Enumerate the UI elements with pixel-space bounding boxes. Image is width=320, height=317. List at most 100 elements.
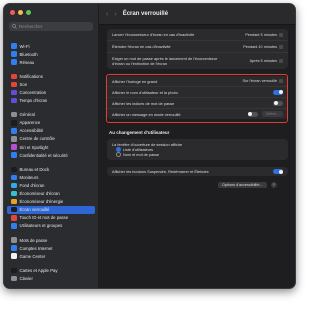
clock-value: Sur l'écran verrouillé	[242, 79, 278, 83]
sidebar-item-utilisateurs-et-groupes[interactable]: Utilisateurs et groupes	[7, 222, 95, 230]
user-switch-section-title: Au changement d'utilisateur	[109, 130, 170, 135]
sidebar-item-son[interactable]: Son	[7, 80, 95, 88]
sidebar-item-fond-d-ecran[interactable]: Fond d'écran	[7, 181, 95, 189]
sidebar-item-notifications[interactable]: Notifications	[7, 72, 95, 80]
gamecenter-icon	[11, 253, 17, 259]
page-title: Écran verrouillé	[122, 11, 169, 17]
password-hints-toggle[interactable]	[273, 100, 283, 106]
clock-popup[interactable]: Sur l'écran verrouillé	[242, 79, 283, 83]
hourglass-icon	[11, 97, 17, 104]
sidebar-item-label: Moniteurs	[19, 174, 39, 180]
back-icon[interactable]: ‹	[106, 11, 108, 18]
sidebar-item-general[interactable]: Général	[7, 111, 95, 119]
accessibility-options-button[interactable]: Options d'accessibilité...	[218, 182, 267, 188]
window-controls	[10, 10, 31, 15]
sidebar-item-label: Touch ID et mot de passe	[19, 215, 69, 221]
sidebar-item-economiseur-d-ecran[interactable]: Économiseur d'écran	[7, 190, 95, 198]
sidebar-item-label: Temps d'écran	[19, 98, 48, 104]
radio-user-list-label: Liste d'utilisateurs	[123, 147, 154, 152]
power-buttons-label: Afficher les boutons Suspendre, Redémarr…	[112, 169, 209, 174]
zoom-button[interactable]	[26, 10, 31, 15]
sidebar-item-centre-de-controle[interactable]: Centre de contrôle	[7, 135, 95, 143]
username-photo-label: Afficher le nom d'utilisateur et la phot…	[112, 89, 178, 95]
sidebar-item-wi-fi[interactable]: Wi-Fi	[7, 42, 95, 50]
screensaver-settings-group: Lancer l'économiseur d'écran en cas d'in…	[107, 29, 288, 69]
users-icon	[11, 223, 17, 229]
sidebar-item-concentration[interactable]: Concentration	[7, 88, 95, 96]
search-field[interactable]: Rechercher	[9, 22, 93, 31]
username-photo-toggle[interactable]	[273, 89, 283, 95]
display-off-popup[interactable]: Pendant 10 minutes	[243, 44, 283, 49]
forward-icon[interactable]: ›	[114, 11, 116, 18]
wifi-icon	[11, 43, 17, 49]
sidebar-item-moniteurs[interactable]: Moniteurs	[7, 173, 95, 181]
close-button[interactable]	[10, 10, 15, 15]
lock-icon	[11, 206, 17, 213]
sidebar-item-touch-id-et-mot-de-passe[interactable]: Touch ID et mot de passe	[7, 214, 95, 222]
fingerprint-icon	[11, 215, 17, 221]
sidebar-item-label: Fond d'écran	[19, 182, 45, 188]
minimize-button[interactable]	[18, 10, 23, 15]
set-message-button[interactable]: Définir...	[261, 111, 283, 117]
username-photo-row: Afficher le nom d'utilisateur et la phot…	[107, 87, 288, 98]
sidebar-item-apparence[interactable]: Apparence	[7, 119, 95, 127]
require-password-popup[interactable]: Après 5 minutes	[250, 59, 283, 63]
sidebar-item-label: Général	[19, 112, 35, 118]
sidebar-item-cartes-et-apple-pay[interactable]: Cartes et Apple Pay	[7, 266, 95, 274]
clock-label: Afficher l'horloge en grand	[112, 78, 158, 84]
sidebar-item-bureau-et-dock[interactable]: Bureau et Dock	[7, 165, 95, 173]
sidebar: Rechercher Wi-Fi Bluetooth Réseau Notificat…	[4, 4, 99, 288]
chevron-updown-icon	[279, 44, 283, 49]
gear-icon	[11, 111, 17, 118]
settings-window: Rechercher Wi-Fi Bluetooth Réseau Notificat…	[3, 3, 296, 289]
sidebar-item-label: Centre de contrôle	[19, 136, 55, 142]
sidebar-item-ecran-verrouille[interactable]: Écran verrouillé	[7, 205, 95, 214]
sidebar-item-clavier[interactable]: Clavier	[7, 274, 95, 282]
dock-icon	[11, 166, 17, 173]
sidebar-item-label: Écran verrouillé	[19, 207, 50, 213]
titlebar: ‹ › Écran verrouillé	[99, 4, 295, 25]
sidebar-item-temps-d-ecran[interactable]: Temps d'écran	[7, 97, 95, 105]
sidebar-item-confidentialite-et-securite[interactable]: Confidentialité et sécurité	[7, 151, 95, 159]
screensaver-row: Lancer l'économiseur d'écran en cas d'in…	[107, 29, 288, 41]
appearance-icon	[11, 120, 17, 126]
screensaver-popup[interactable]: Pendant 5 minutes	[245, 32, 283, 37]
power-buttons-toggle[interactable]	[273, 169, 283, 174]
search-icon	[12, 24, 17, 29]
sidebar-item-reseau[interactable]: Réseau	[7, 58, 95, 66]
chevron-updown-icon	[279, 59, 283, 63]
chevron-updown-icon	[279, 32, 283, 37]
sidebar-list: Wi-Fi Bluetooth Réseau Notifications Son Conc…	[4, 42, 98, 282]
sidebar-item-economiseur-d-energie[interactable]: Économiseur d'énergie	[7, 198, 95, 206]
at-icon	[11, 245, 17, 251]
sidebar-item-siri-et-spotlight[interactable]: Siri et Spotlight	[7, 143, 95, 151]
display-icon	[11, 174, 17, 181]
sidebar-item-bluetooth[interactable]: Bluetooth	[7, 50, 95, 58]
sidebar-item-label: Utilisateurs et groupes	[19, 223, 63, 229]
sidebar-item-mots-de-passe[interactable]: Mots de passe	[7, 236, 95, 244]
lock-screen-display-group: Afficher l'horloge en grand Sur l'écran …	[107, 76, 288, 119]
sidebar-item-label: Notifications	[19, 73, 43, 79]
wallet-icon	[11, 267, 17, 274]
toggle-knob	[278, 169, 283, 174]
sidebar-item-label: Clavier	[19, 275, 33, 281]
sidebar-item-label: Bluetooth	[19, 51, 38, 57]
toggle-knob	[248, 112, 253, 116]
sidebar-item-accessibilite[interactable]: Accessibilité	[7, 127, 95, 135]
radio-button[interactable]	[116, 152, 121, 157]
sidebar-item-game-center[interactable]: Game Center	[7, 252, 95, 260]
sidebar-item-label: Économiseur d'énergie	[19, 199, 64, 205]
login-window-block: La fenêtre d'ouverture de session affich…	[107, 142, 288, 157]
sidebar-item-label: Économiseur d'écran	[19, 191, 60, 197]
sidebar-item-comptes-internet[interactable]: Comptes Internet	[7, 244, 95, 252]
sidebar-item-label: Game Center	[19, 253, 46, 259]
screensaver-icon	[11, 190, 17, 197]
login-window-group: La fenêtre d'ouverture de session affich…	[107, 139, 288, 160]
power-buttons-row: Afficher les boutons Suspendre, Redémarr…	[107, 167, 288, 176]
help-button[interactable]: ?	[270, 182, 277, 188]
sidebar-item-label: Confidentialité et sécurité	[19, 152, 68, 158]
lock-message-toggle[interactable]	[247, 111, 258, 117]
sidebar-item-label: Comptes Internet	[19, 245, 53, 251]
radio-name-password[interactable]: Nom et mot de passe	[116, 152, 283, 157]
globe-icon	[11, 59, 17, 65]
